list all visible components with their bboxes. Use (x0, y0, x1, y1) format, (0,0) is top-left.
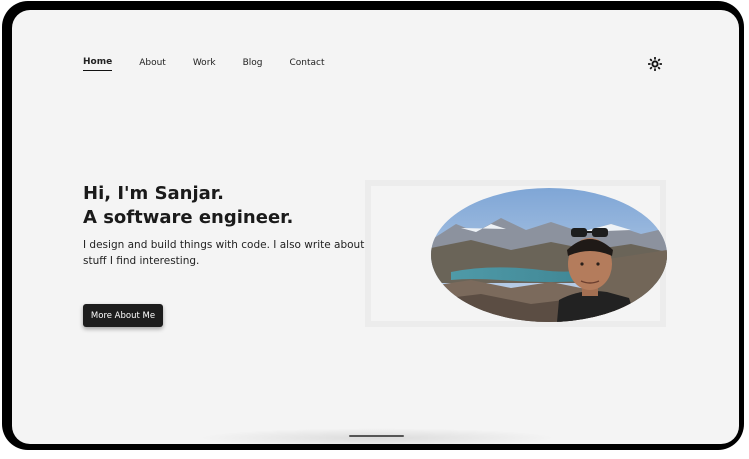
profile-photo (431, 188, 667, 322)
nav-blog-link[interactable]: Blog (243, 58, 263, 71)
nav-contact-link[interactable]: Contact (290, 58, 325, 71)
hero-title: Hi, I'm Sanjar. A software engineer. (83, 182, 293, 230)
device-frame: Home About Work Blog Contact Hi, I'm San… (2, 1, 744, 450)
home-indicator-bar (349, 435, 404, 437)
theme-toggle-button[interactable] (648, 56, 662, 71)
hero-title-line-1: Hi, I'm Sanjar. (83, 183, 224, 204)
hero-title-line-2: A software engineer. (83, 207, 294, 228)
top-nav: Home About Work Blog Contact (83, 57, 352, 71)
sun-icon (648, 57, 662, 71)
more-about-me-button[interactable]: More About Me (83, 304, 163, 327)
browser-screen: Home About Work Blog Contact Hi, I'm San… (12, 10, 739, 444)
nav-home-link[interactable]: Home (83, 57, 113, 71)
nav-work-link[interactable]: Work (193, 58, 216, 71)
nav-about-link[interactable]: About (139, 58, 166, 71)
hero-description: I design and build things with code. I a… (83, 239, 365, 267)
